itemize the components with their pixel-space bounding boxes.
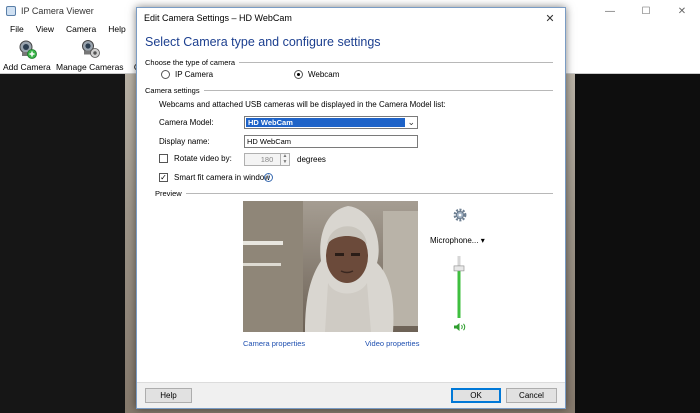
edit-camera-dialog: Edit Camera Settings – HD WebCam ✕ Selec… (136, 7, 566, 409)
camera-type-group: Choose the type of camera (145, 58, 553, 67)
smart-fit-checkbox[interactable]: ✓ Smart fit camera in window (159, 173, 270, 182)
rotate-video-label: Rotate video by: (174, 154, 232, 163)
microphone-volume-slider[interactable] (453, 254, 465, 320)
divider (239, 62, 553, 63)
manage-cameras-label: Manage Cameras (56, 62, 124, 72)
help-button[interactable]: Help (145, 388, 192, 403)
smart-fit-label: Smart fit camera in window (174, 173, 271, 182)
manage-cameras-icon (81, 40, 100, 58)
webcam-radio[interactable]: Webcam (294, 70, 339, 79)
camera-model-dropdown[interactable]: HD WebCam ⌄ (244, 116, 418, 129)
camera-properties-link[interactable]: Camera properties (243, 339, 305, 348)
degrees-label: degrees (297, 155, 326, 164)
dialog-titlebar: Edit Camera Settings – HD WebCam ✕ (137, 8, 565, 28)
rotate-degrees-stepper[interactable]: 180 ▲ ▼ (244, 153, 290, 166)
camera-model-value: HD WebCam (246, 118, 405, 127)
preview-group-label: Preview (155, 189, 182, 198)
dialog-title: Edit Camera Settings – HD WebCam (144, 13, 292, 23)
rotate-video-checkbox[interactable]: Rotate video by: (159, 154, 232, 163)
dialog-heading: Select Camera type and configure setting… (145, 35, 381, 49)
chevron-down-icon: ⌄ (407, 117, 415, 127)
menu-view[interactable]: View (36, 24, 54, 34)
volume-slider-thumb[interactable] (453, 265, 465, 272)
ok-button[interactable]: OK (451, 388, 501, 403)
camera-settings-group-label: Camera settings (145, 86, 200, 95)
info-icon[interactable]: i (264, 173, 273, 182)
chevron-down-icon: ▾ (480, 236, 485, 245)
cancel-button[interactable]: Cancel (506, 388, 557, 403)
close-window-button[interactable]: ✕ (664, 0, 700, 22)
rotate-degrees-value: 180 (260, 155, 274, 164)
ip-camera-radio-label: IP Camera (175, 70, 214, 79)
display-name-label: Display name: (159, 137, 210, 146)
add-camera-label: Add Camera (3, 62, 51, 72)
checkbox-box-checked: ✓ (159, 173, 168, 182)
radio-dot-selected (294, 70, 303, 79)
minimize-button[interactable]: — (592, 0, 628, 22)
webcam-radio-label: Webcam (308, 70, 340, 79)
camera-settings-description: Webcams and attached USB cameras will be… (159, 100, 446, 109)
gear-icon[interactable] (452, 207, 468, 223)
dialog-footer: Help OK Cancel (137, 382, 565, 408)
menu-help[interactable]: Help (108, 24, 125, 34)
divider (185, 193, 553, 194)
radio-dot (161, 70, 170, 79)
camera-type-group-label: Choose the type of camera (145, 58, 236, 67)
divider (203, 90, 553, 91)
window-controls: — ☐ ✕ (592, 0, 700, 22)
speaker-icon[interactable] (453, 322, 467, 332)
stepper-arrows-icon[interactable]: ▲ ▼ (280, 153, 289, 165)
app-icon (6, 6, 16, 16)
checkbox-box (159, 154, 168, 163)
camera-model-label: Camera Model: (159, 118, 214, 127)
webcam-preview-image (243, 201, 418, 332)
add-camera-button[interactable]: Add Camera (3, 38, 51, 72)
camera-settings-group: Camera settings (145, 86, 553, 95)
add-camera-icon (19, 40, 37, 59)
menu-file[interactable]: File (10, 24, 24, 34)
preview-group: Preview (155, 189, 553, 198)
ip-camera-radio[interactable]: IP Camera (161, 70, 213, 79)
microphone-label: Microphone... (430, 236, 479, 245)
microphone-dropdown[interactable]: Microphone... ▾ (430, 236, 485, 245)
maximize-button[interactable]: ☐ (628, 0, 664, 22)
menu-camera[interactable]: Camera (66, 24, 96, 34)
manage-cameras-button[interactable]: Manage Cameras (56, 38, 124, 72)
display-name-input[interactable]: HD WebCam (244, 135, 418, 148)
main-window-title: IP Camera Viewer (21, 6, 94, 16)
volume-level-fill (457, 268, 461, 318)
dialog-close-button[interactable]: ✕ (543, 11, 557, 25)
video-properties-link[interactable]: Video properties (365, 339, 419, 348)
camera-preview (243, 201, 418, 332)
